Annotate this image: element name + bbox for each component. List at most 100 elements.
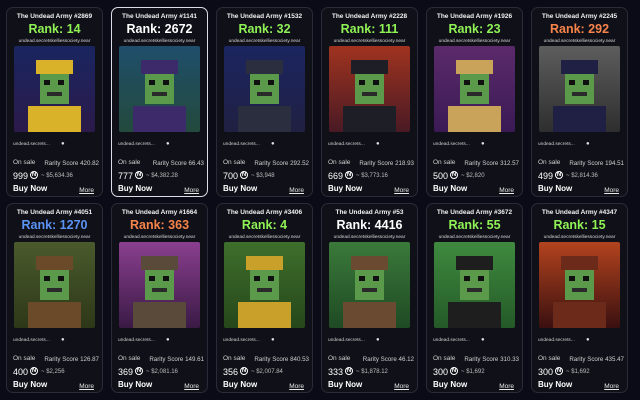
more-link[interactable]: More — [499, 187, 514, 194]
more-link[interactable]: More — [184, 187, 199, 194]
nft-image[interactable] — [224, 242, 305, 328]
more-link[interactable]: More — [499, 383, 514, 390]
nft-card[interactable]: The Undead Army #1926 Rank: 23 undead.secr… — [426, 7, 523, 197]
nft-card[interactable]: The Undead Army #3406 Rank: 4 undead.secre… — [216, 203, 313, 393]
verified-icon: ● — [271, 141, 275, 147]
usd-price: ~ $2,820 — [461, 173, 485, 179]
nft-image[interactable] — [539, 46, 620, 132]
nft-card[interactable]: The Undead Army #1532 Rank: 32 undead.secr… — [216, 7, 313, 197]
price-value: 777 — [118, 171, 134, 181]
on-sale-label: On sale — [118, 355, 141, 362]
nft-card[interactable]: The Undead Army #2869 Rank: 14 undead.secr… — [6, 7, 103, 197]
near-icon: N — [345, 171, 354, 179]
nft-card[interactable]: The Undead Army #4347 Rank: 15 undead.secr… — [531, 203, 628, 393]
collection-name: undead.secretskelliessociety.near — [543, 39, 616, 44]
price-value: 300 — [538, 367, 554, 377]
more-link[interactable]: More — [394, 187, 409, 194]
buy-now-button[interactable]: Buy Now — [118, 184, 152, 193]
buy-now-button[interactable]: Buy Now — [13, 380, 47, 389]
more-link[interactable]: More — [604, 383, 619, 390]
buy-now-button[interactable]: Buy Now — [538, 184, 572, 193]
more-link[interactable]: More — [394, 383, 409, 390]
nft-image[interactable] — [434, 242, 515, 328]
nft-card[interactable]: The Undead Army #3672 Rank: 55 undead.secr… — [426, 203, 523, 393]
buy-now-button[interactable]: Buy Now — [433, 184, 467, 193]
verified-icon: ● — [61, 141, 65, 147]
nft-image[interactable] — [329, 46, 410, 132]
owner-name: undead.secrets... — [13, 142, 50, 147]
more-link[interactable]: More — [289, 383, 304, 390]
rarity-score: Rarity Score 46.12 — [362, 356, 414, 363]
buy-now-button[interactable]: Buy Now — [328, 380, 362, 389]
on-sale-label: On sale — [538, 159, 561, 166]
owner-name: undead.secrets... — [328, 338, 365, 343]
verified-icon: ● — [376, 337, 380, 343]
nft-grid: The Undead Army #2869 Rank: 14 undead.secr… — [6, 7, 628, 393]
rank-label: Rank: 14 — [28, 22, 81, 36]
buy-now-button[interactable]: Buy Now — [223, 184, 257, 193]
buy-now-button[interactable]: Buy Now — [13, 184, 47, 193]
verified-icon: ● — [586, 337, 590, 343]
price-value: 333 — [328, 367, 344, 377]
on-sale-label: On sale — [328, 355, 351, 362]
nft-image[interactable] — [539, 242, 620, 328]
nft-card[interactable]: The Undead Army #2228 Rank: 111 undead.sec… — [321, 7, 418, 197]
nft-card[interactable]: The Undead Army #4051 Rank: 1270 undead.se… — [6, 203, 103, 393]
more-link[interactable]: More — [79, 187, 94, 194]
rank-label: Rank: 55 — [448, 218, 501, 232]
more-link[interactable]: More — [184, 383, 199, 390]
rarity-score: Rarity Score 840.53 — [254, 356, 309, 363]
buy-now-button[interactable]: Buy Now — [433, 380, 467, 389]
buy-now-button[interactable]: Buy Now — [223, 380, 257, 389]
verified-icon: ● — [166, 337, 170, 343]
owner-name: undead.secrets... — [13, 338, 50, 343]
rank-label: Rank: 15 — [553, 218, 606, 232]
near-icon: N — [30, 367, 39, 375]
rank-label: Rank: 363 — [129, 218, 190, 232]
buy-now-button[interactable]: Buy Now — [328, 184, 362, 193]
nft-image[interactable] — [14, 46, 95, 132]
nft-card[interactable]: The Undead Army #1141 Rank: 2672 undead.se… — [111, 7, 208, 197]
verified-icon: ● — [271, 337, 275, 343]
near-icon: N — [555, 171, 564, 179]
more-link[interactable]: More — [604, 187, 619, 194]
card-title: The Undead Army #3406 — [226, 209, 303, 216]
collection-name: undead.secretskelliessociety.near — [228, 39, 301, 44]
nft-card[interactable]: The Undead Army #1664 Rank: 363 undead.sec… — [111, 203, 208, 393]
owner-name: undead.secrets... — [538, 142, 575, 147]
nft-image[interactable] — [119, 242, 200, 328]
rarity-score: Rarity Score 312.57 — [464, 160, 519, 167]
on-sale-label: On sale — [13, 355, 36, 362]
card-title: The Undead Army #3672 — [436, 209, 513, 216]
card-title: The Undead Army #53 — [335, 209, 404, 216]
more-link[interactable]: More — [289, 187, 304, 194]
rarity-score: Rarity Score 435.47 — [569, 356, 624, 363]
nft-image[interactable] — [434, 46, 515, 132]
price-value: 499 — [538, 171, 554, 181]
rarity-score: Rarity Score 149.61 — [149, 356, 204, 363]
nft-image[interactable] — [14, 242, 95, 328]
owner-name: undead.secrets... — [118, 142, 155, 147]
rarity-score: Rarity Score 310.33 — [464, 356, 519, 363]
near-icon: N — [135, 367, 144, 375]
buy-now-button[interactable]: Buy Now — [538, 380, 572, 389]
nft-card[interactable]: The Undead Army #2245 Rank: 292 undead.sec… — [531, 7, 628, 197]
buy-now-button[interactable]: Buy Now — [118, 380, 152, 389]
price-value: 400 — [13, 367, 29, 377]
nft-image[interactable] — [329, 242, 410, 328]
usd-price: ~ $1,692 — [566, 369, 590, 375]
nft-image[interactable] — [224, 46, 305, 132]
on-sale-label: On sale — [328, 159, 351, 166]
usd-price: ~ $2,814.36 — [566, 173, 598, 179]
rank-label: Rank: 2672 — [126, 22, 193, 36]
owner-name: undead.secrets... — [223, 142, 260, 147]
collection-name: undead.secretskelliessociety.near — [228, 235, 301, 240]
nft-image[interactable] — [119, 46, 200, 132]
usd-price: ~ $1,878.12 — [356, 369, 388, 375]
verified-icon: ● — [481, 141, 485, 147]
more-link[interactable]: More — [79, 383, 94, 390]
rank-label: Rank: 4 — [241, 218, 288, 232]
usd-price: ~ $3,773.16 — [356, 173, 388, 179]
collection-name: undead.secretskelliessociety.near — [333, 39, 406, 44]
nft-card[interactable]: The Undead Army #53 Rank: 4416 undead.secr… — [321, 203, 418, 393]
